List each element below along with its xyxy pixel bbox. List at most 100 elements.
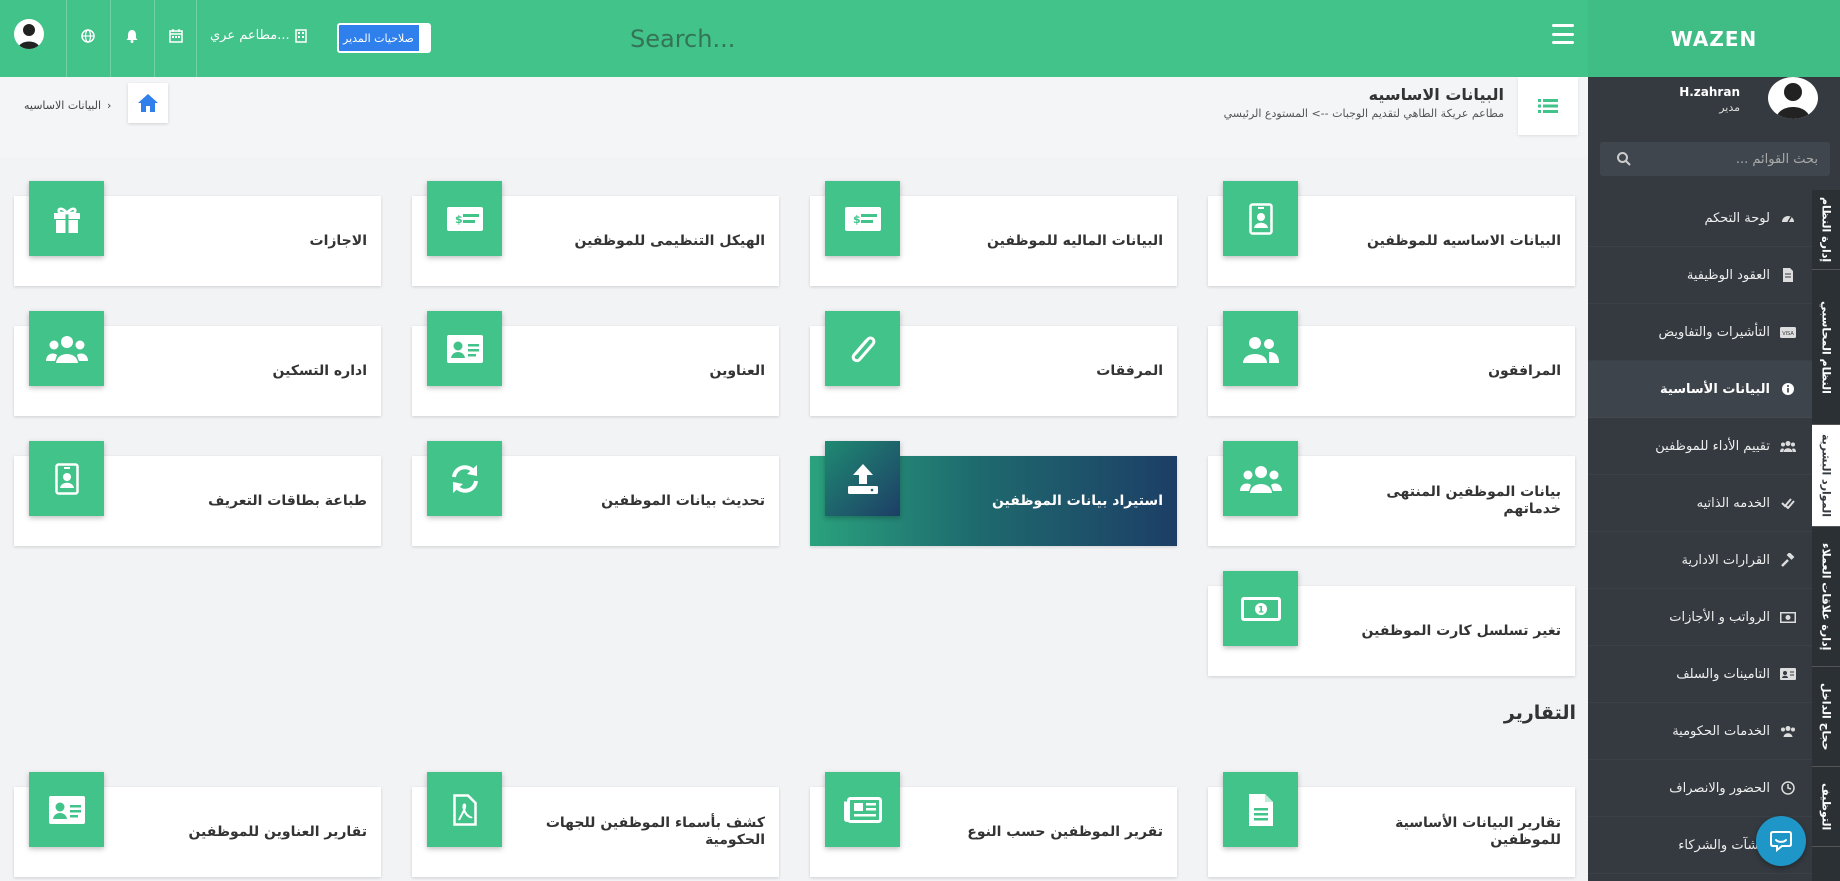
search-icon[interactable] — [1616, 151, 1632, 167]
users-icon — [1780, 723, 1796, 739]
sync-icon — [427, 441, 502, 516]
info-circle-icon — [1780, 381, 1796, 397]
file-alt-icon — [1223, 772, 1298, 847]
newspaper-icon — [825, 772, 900, 847]
sidebar-item-admin-decisions[interactable]: القرارات الادارية — [1588, 532, 1812, 589]
card-basic-employee-data[interactable]: البيانات الاساسيه للموظفين — [1208, 181, 1575, 286]
svg-text:$: $ — [853, 213, 861, 226]
branch-selector[interactable]: مطاعم عري... — [210, 28, 308, 43]
permissions-toggle[interactable]: صلاحيات المدير — [337, 23, 431, 53]
tab-hr[interactable]: الموارد البشرية — [1812, 425, 1840, 527]
user-avatar[interactable] — [14, 19, 44, 49]
sidebar-item-label: الحضور والانصراف — [1669, 780, 1770, 796]
dashboard-icon — [1780, 210, 1796, 226]
report-basic-data[interactable]: تقارير البيانات الأساسية للموظفين — [1208, 772, 1575, 877]
card-update-employees[interactable]: تحديث بيانات الموظفين — [412, 441, 779, 546]
card-terminated-employees[interactable]: بيانات الموظفين المنتهى خدماتهم — [1208, 441, 1575, 546]
sidebar-item-payroll[interactable]: الرواتب و الأجازات — [1588, 589, 1812, 646]
svg-text:VISA: VISA — [1782, 331, 1794, 337]
tab-system-admin[interactable]: إدارة النظام — [1812, 190, 1840, 270]
user-photo[interactable] — [1768, 77, 1818, 119]
sidebar-item-performance[interactable]: تقييم الأداء للموظفين — [1588, 418, 1812, 475]
card-label: البيانات الماليه للموظفين — [987, 232, 1163, 249]
card-financial-data[interactable]: البيانات الماليه للموظفين $ — [810, 181, 1177, 286]
sidebar-search-input[interactable] — [1600, 142, 1830, 176]
check-double-icon — [1780, 495, 1796, 511]
report-addresses[interactable]: تقارير العناوين للموظفين — [14, 772, 381, 877]
bell-icon[interactable] — [122, 26, 142, 46]
report-gov-names[interactable]: كشف بأسماء الموظفين للجهات الحكومية — [412, 772, 779, 877]
tab-label: النظام المحاسبي — [1819, 300, 1833, 394]
chat-button[interactable] — [1756, 816, 1806, 866]
sidebar-item-label: التأشيرات والتفاويض — [1658, 324, 1770, 340]
calendar-icon[interactable] — [166, 26, 186, 46]
sidebar-item-self-service[interactable]: الخدمه الذاتيه — [1588, 475, 1812, 532]
tab-accounting[interactable]: النظام المحاسبي — [1812, 270, 1840, 425]
sidebar-item-dashboard[interactable]: لوحة التحكم — [1588, 190, 1812, 247]
sidebar-module-tabs: إدارة النظام النظام المحاسبي الموارد الب… — [1812, 190, 1840, 881]
sidebar-item-basic-data[interactable]: البيانات الأساسية — [1588, 361, 1812, 418]
top-navbar: صلاحيات المدير مطاعم عري... — [0, 0, 1588, 77]
user-name: H.zahran — [1679, 85, 1740, 99]
svg-text:$: $ — [455, 213, 463, 226]
report-by-gender[interactable]: تقرير الموظفين حسب النوع — [810, 772, 1177, 877]
visa-icon: VISA — [1780, 324, 1796, 340]
tab-crm[interactable]: إدارة علاقات العملاء — [1812, 527, 1840, 667]
tab-domestic-pilgrims[interactable]: حجاج الداخل — [1812, 667, 1840, 767]
list-icon — [1518, 77, 1578, 135]
tab-label: حجاج الداخل — [1819, 682, 1833, 751]
sidebar-item-contracts[interactable]: العقود الوظيفية — [1588, 247, 1812, 304]
globe-icon[interactable] — [78, 26, 98, 46]
chat-icon — [1770, 831, 1792, 853]
card-label: المرفقات — [1096, 362, 1163, 379]
page-subtitle: مطاعم عريكة الطاهي لتقديم الوجبات --> ال… — [1223, 107, 1504, 120]
card-label: تقرير الموظفين حسب النوع — [967, 823, 1163, 840]
breadcrumb-current: البيانات الاساسيه — [24, 99, 101, 112]
id-badge-icon — [29, 441, 104, 516]
file-pdf-icon — [427, 772, 502, 847]
building-icon — [294, 28, 307, 43]
card-label: تقارير العناوين للموظفين — [188, 823, 367, 840]
card-addresses[interactable]: العناوين — [412, 311, 779, 416]
address-card-icon — [29, 772, 104, 847]
sidebar-item-label: العقود الوظيفية — [1686, 267, 1770, 283]
brand-logo[interactable]: WAZEN — [1588, 0, 1840, 77]
home-icon — [138, 94, 158, 112]
users-icon — [1223, 441, 1298, 516]
user-friends-icon — [1223, 311, 1298, 386]
card-org-structure[interactable]: الهيكل التنظيمى للموظفين $ — [412, 181, 779, 286]
menu-toggle-icon[interactable] — [1552, 24, 1574, 44]
tab-label: إدارة علاقات العملاء — [1819, 542, 1833, 651]
card-label: المرافقون — [1488, 362, 1561, 379]
sidebar: H.zahran مدير لوحة التحكم العقود الوظيفي… — [1588, 77, 1840, 881]
sidebar-menu: لوحة التحكم العقود الوظيفية التأشيرات وا… — [1588, 190, 1812, 874]
card-housing-management[interactable]: اداره التسكين — [14, 311, 381, 416]
card-vacations[interactable]: الاجازات — [14, 181, 381, 286]
tab-recruitment[interactable]: التوظيف — [1812, 767, 1840, 847]
card-label: تحديث بيانات الموظفين — [601, 492, 765, 509]
sidebar-item-label: الخدمات الحكومية — [1672, 723, 1770, 739]
card-label: استيراد بيانات الموظفين — [991, 492, 1163, 509]
sidebar-user: H.zahran مدير — [1588, 77, 1828, 137]
global-search-input[interactable] — [630, 22, 930, 56]
card-change-card-sequence[interactable]: تغير تسلسل كارت الموظفين 1 — [1208, 571, 1575, 676]
breadcrumb: البيانات الاساسيه › — [24, 99, 111, 112]
users-icon — [29, 311, 104, 386]
reports-section-title: التقارير — [1503, 702, 1576, 724]
address-card-icon — [427, 311, 502, 386]
home-button[interactable] — [128, 83, 168, 123]
sidebar-item-insurance[interactable]: التامينات والسلف — [1588, 646, 1812, 703]
card-import-employees[interactable]: استيراد بيانات الموظفين — [810, 441, 1177, 546]
card-label: طباعة بطاقات التعريف — [208, 492, 367, 509]
gift-icon — [29, 181, 104, 256]
card-print-id-cards[interactable]: طباعة بطاقات التعريف — [14, 441, 381, 546]
page-title: البيانات الاساسيه — [1368, 85, 1504, 104]
breadcrumb-separator: › — [107, 99, 112, 112]
card-companions[interactable]: المرافقون — [1208, 311, 1575, 416]
sidebar-item-attendance[interactable]: الحضور والانصراف — [1588, 760, 1812, 817]
sidebar-item-visas[interactable]: التأشيرات والتفاويض VISA — [1588, 304, 1812, 361]
sidebar-item-gov-services[interactable]: الخدمات الحكومية — [1588, 703, 1812, 760]
tab-label: الموارد البشرية — [1819, 434, 1833, 517]
card-attachments[interactable]: المرفقات — [810, 311, 1177, 416]
money-check-icon: $ — [825, 181, 900, 256]
